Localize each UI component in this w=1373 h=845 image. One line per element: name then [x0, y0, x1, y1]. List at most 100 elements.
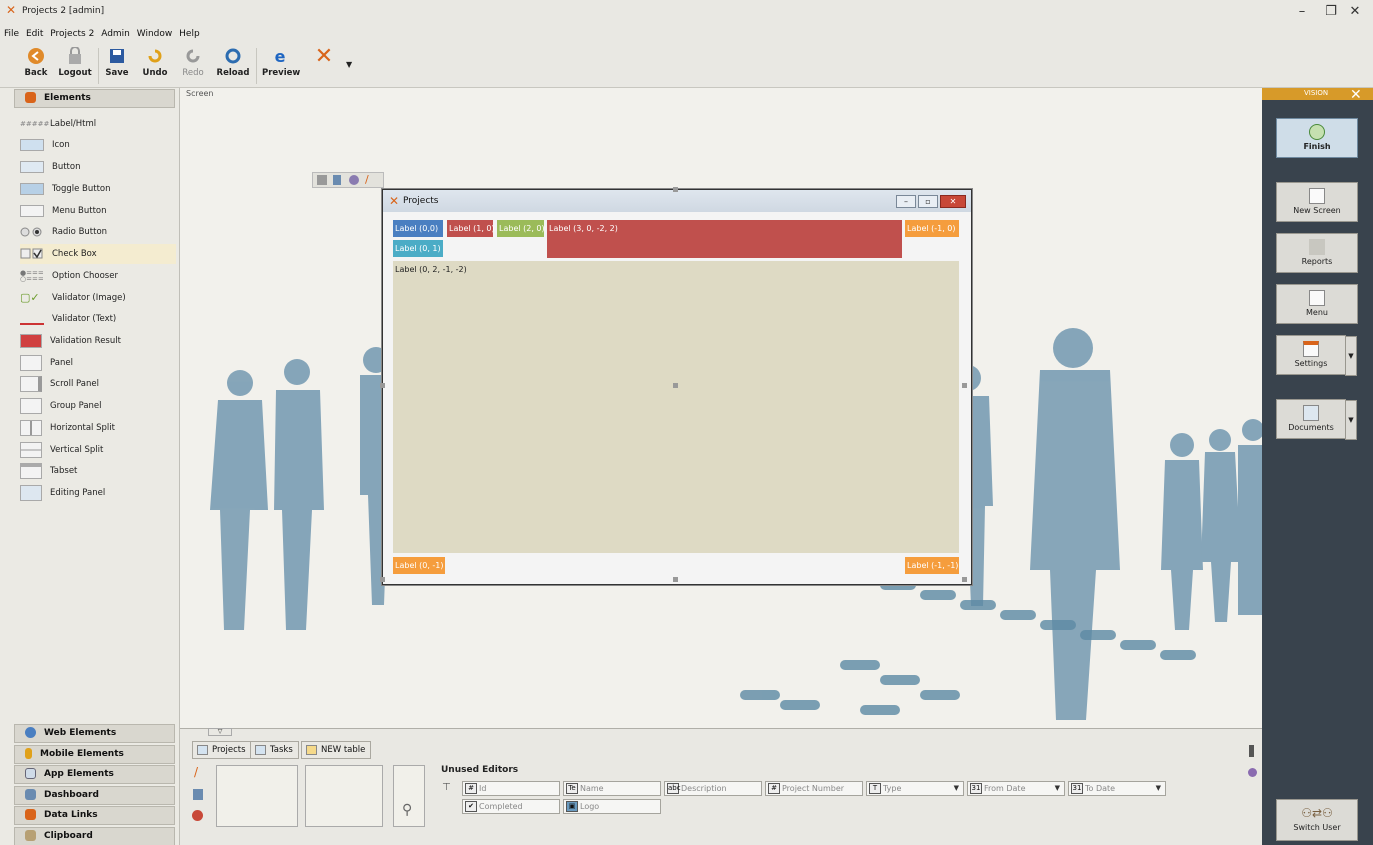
minimize-button[interactable]: – — [1287, 3, 1317, 21]
section-label: Data Links — [44, 810, 98, 820]
element-button[interactable]: Button — [20, 157, 176, 177]
globe-icon[interactable] — [1248, 768, 1257, 777]
label-0-0[interactable]: Label (0,0) — [393, 220, 443, 237]
search-layout-preview[interactable]: ⚲ — [393, 765, 425, 827]
editor-to-date[interactable]: 31 To Date ▼ — [1068, 781, 1166, 796]
form-icon[interactable] — [193, 789, 203, 800]
reports-button[interactable]: Reports — [1276, 233, 1358, 273]
undo-button[interactable]: Undo — [140, 46, 170, 86]
editor-completed[interactable]: ✔ Completed — [462, 799, 560, 814]
filter-icon[interactable]: ⊤ — [442, 782, 451, 793]
phone-icon[interactable] — [333, 175, 341, 185]
element-horizontal-split[interactable]: Horizontal Split — [20, 418, 176, 438]
app-menu-dropdown[interactable]: ✕ — [304, 44, 344, 86]
label-0-2-fill-panel[interactable]: Label (0, 2, -1, -2) — [393, 261, 959, 553]
element-validator-text[interactable]: Validator (Text) — [20, 309, 176, 329]
menu-button-icon — [20, 204, 44, 217]
label-2-0[interactable]: Label (2, 0) — [497, 220, 545, 237]
element-vertical-split[interactable]: Vertical Split — [20, 440, 176, 460]
element-scroll-panel[interactable]: Scroll Panel — [20, 374, 176, 394]
collapse-handle-icon[interactable]: ▽ — [208, 728, 232, 736]
menu-help[interactable]: Help — [179, 24, 200, 44]
dashboard-header[interactable]: Dashboard — [14, 786, 175, 805]
menu-window[interactable]: Window — [137, 24, 173, 44]
save-button[interactable]: Save — [104, 46, 130, 86]
tab-tasks[interactable]: Tasks — [250, 741, 299, 759]
label-0-neg1[interactable]: Label (0, -1) — [393, 557, 445, 574]
dropdown-arrow-icon[interactable]: ▼ — [346, 60, 352, 69]
menu-edit[interactable]: Edit — [26, 24, 43, 44]
tab-projects[interactable]: Projects — [192, 741, 252, 759]
documents-dropdown-arrow-icon[interactable]: ▼ — [1345, 400, 1357, 440]
resize-handle-bottom-right[interactable] — [962, 577, 967, 582]
element-validator-image[interactable]: ▢✓ Validator (Image) — [20, 288, 176, 308]
preview-close-button[interactable]: ✕ — [940, 195, 966, 208]
preview-button[interactable]: e Preview — [262, 46, 300, 86]
element-toggle-button[interactable]: Toggle Button — [20, 179, 176, 199]
editor-description[interactable]: abcDescription — [664, 781, 762, 796]
menu-admin[interactable]: Admin — [101, 24, 130, 44]
app-elements-header[interactable]: App Elements — [14, 765, 175, 784]
resize-handle-top[interactable] — [673, 187, 678, 192]
web-elements-header[interactable]: Web Elements — [14, 724, 175, 743]
back-button[interactable]: Back — [20, 46, 52, 86]
element-editing-panel[interactable]: Editing Panel — [20, 483, 176, 503]
editor-id[interactable]: # Id — [462, 781, 560, 796]
label-neg1-0[interactable]: Label (-1, 0) — [905, 220, 959, 237]
resize-handle-bottom-left[interactable] — [380, 577, 385, 582]
pencil-icon[interactable]: / — [194, 765, 198, 779]
label-0-1[interactable]: Label (0, 1) — [393, 240, 443, 257]
editor-from-date[interactable]: 31 From Date ▼ — [967, 781, 1065, 796]
phone-icon[interactable] — [1249, 745, 1254, 757]
mobile-elements-header[interactable]: Mobile Elements — [14, 745, 175, 764]
finish-button[interactable]: Finish — [1276, 118, 1358, 158]
close-button[interactable]: ✕ — [1340, 3, 1370, 21]
documents-button[interactable]: Documents ▼ — [1276, 399, 1357, 440]
element-menu-button[interactable]: Menu Button — [20, 201, 176, 221]
element-validation-result[interactable]: Validation Result — [20, 331, 176, 351]
copy-icon[interactable] — [317, 175, 327, 185]
resize-handle-left[interactable] — [380, 383, 385, 388]
logout-button[interactable]: Logout — [56, 46, 94, 86]
label-3-0-span[interactable]: Label (3, 0, -2, 2) — [547, 220, 902, 258]
data-links-header[interactable]: Data Links — [14, 806, 175, 825]
element-radio-button[interactable]: Radio Button — [20, 222, 176, 242]
menu-file[interactable]: File — [4, 24, 19, 44]
reload-button[interactable]: Reload — [216, 46, 250, 86]
table-layout-preview[interactable] — [216, 765, 298, 827]
editor-name[interactable]: Te Name — [563, 781, 661, 796]
switch-user-button[interactable]: ⚇⇄⚇ Switch User — [1276, 799, 1358, 841]
element-tabset[interactable]: Tabset — [20, 461, 176, 481]
globe-icon[interactable] — [349, 175, 359, 185]
resize-handle-center[interactable] — [673, 383, 678, 388]
form-layout-preview[interactable] — [305, 765, 383, 827]
element-icon[interactable]: Icon — [20, 135, 176, 155]
settings-dropdown-arrow-icon[interactable]: ▼ — [1345, 336, 1357, 376]
elements-header[interactable]: Elements — [14, 89, 175, 108]
element-label-html[interactable]: #####Label/Html — [20, 114, 176, 134]
editor-logo[interactable]: ▣ Logo — [563, 799, 661, 814]
menu-button[interactable]: Menu — [1276, 284, 1358, 324]
resize-handle-right[interactable] — [962, 383, 967, 388]
delete-icon[interactable] — [192, 810, 203, 821]
element-option-chooser[interactable]: ●=== ○=== Option Chooser — [20, 266, 176, 286]
tab-new-table[interactable]: NEW table — [301, 741, 372, 759]
toggle-button-icon — [20, 182, 44, 195]
dropdown-arrow-icon: ▼ — [953, 784, 959, 792]
label-1-0[interactable]: Label (1, 0) — [447, 220, 495, 237]
new-screen-button[interactable]: New Screen — [1276, 182, 1358, 222]
preview-maximize-button[interactable]: ▫ — [918, 195, 938, 208]
preview-minimize-button[interactable]: – — [896, 195, 916, 208]
editor-project-number[interactable]: # Project Number — [765, 781, 863, 796]
settings-button[interactable]: Settings ▼ — [1276, 335, 1357, 376]
element-check-box[interactable]: Check Box — [20, 244, 176, 264]
resize-handle-bottom[interactable] — [673, 577, 678, 582]
pencil-icon[interactable]: / — [365, 173, 369, 186]
redo-button[interactable]: Redo — [180, 46, 206, 86]
editor-type[interactable]: T Type ▼ — [866, 781, 964, 796]
menu-projects2[interactable]: Projects 2 — [50, 24, 94, 44]
element-panel[interactable]: Panel — [20, 353, 176, 373]
clipboard-header[interactable]: Clipboard — [14, 827, 175, 845]
label-neg1-neg1[interactable]: Label (-1, -1) — [905, 557, 959, 574]
element-group-panel[interactable]: Group Panel — [20, 396, 176, 416]
